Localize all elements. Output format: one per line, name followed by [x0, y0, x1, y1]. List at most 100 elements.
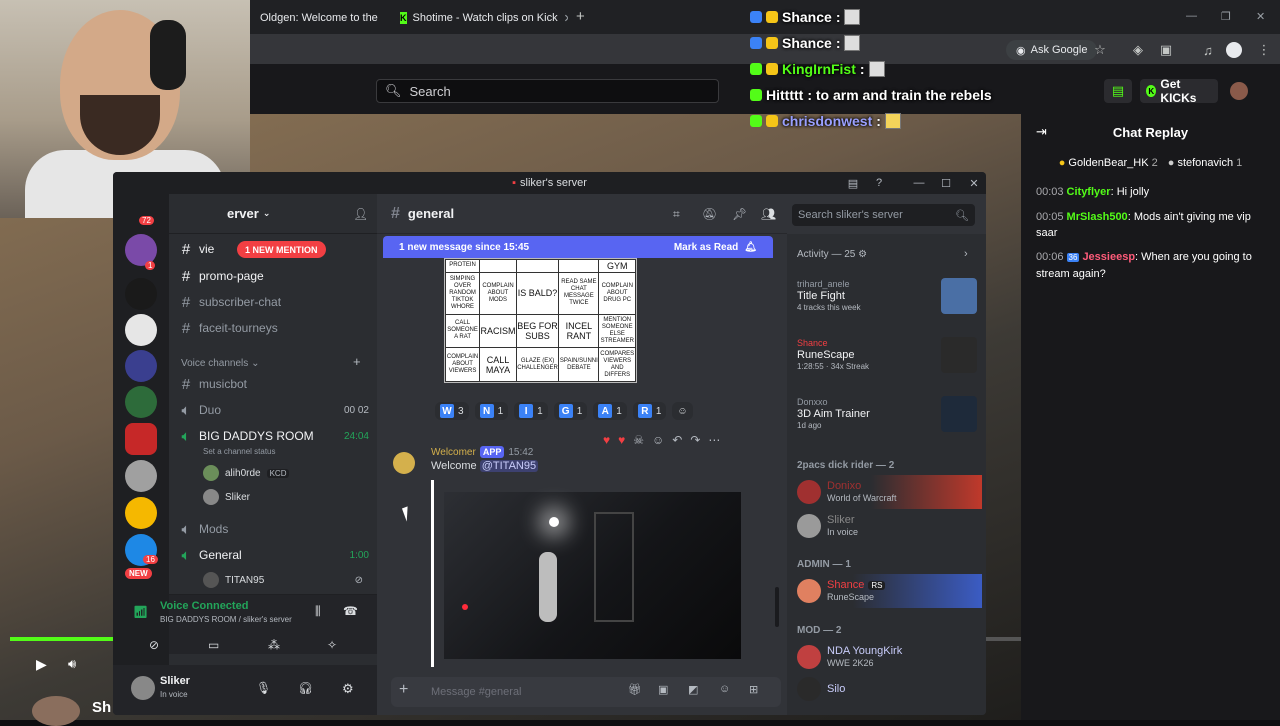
author-name[interactable]: Welcomer	[431, 447, 476, 458]
member-item[interactable]: SlikerIn voice	[797, 509, 982, 543]
voice-channels-header[interactable]: Voice channels ⌄	[181, 358, 259, 369]
close-icon[interactable]: ✕	[964, 175, 984, 191]
server-icon[interactable]	[125, 423, 157, 455]
skull-reaction-icon[interactable]: ☠	[633, 433, 644, 447]
media-icon[interactable]: ♫	[1198, 40, 1218, 60]
server-icon[interactable]	[125, 386, 157, 418]
chat-username[interactable]: Jessieesp	[1082, 251, 1135, 263]
reaction-g[interactable]: G1	[554, 402, 588, 420]
extension-icon[interactable]: ◈	[1128, 40, 1148, 60]
forward-icon[interactable]: ↷	[690, 433, 700, 447]
play-icon[interactable]: ▶	[36, 656, 47, 673]
soundboard-icon[interactable]: ✧	[327, 638, 337, 652]
add-member-icon[interactable]: 👤︎	[353, 207, 368, 221]
scrollbar[interactable]	[775, 587, 779, 627]
channel-item-promo-page[interactable]: #promo-page	[179, 265, 369, 287]
discord-search-input[interactable]: Search sliker's server 🔍︎	[792, 204, 975, 226]
kick-rewards-button[interactable]: ▤	[1104, 79, 1132, 103]
reaction-n[interactable]: N1	[475, 402, 509, 420]
mark-as-read-button[interactable]: Mark as Read	[674, 242, 738, 253]
pin-icon[interactable]: 📌︎	[732, 207, 747, 221]
avatar[interactable]	[131, 676, 155, 700]
voice-user[interactable]: TITAN95 ⊘	[203, 569, 363, 591]
welcomer-avatar[interactable]	[393, 452, 415, 474]
inbox-icon[interactable]: ▤	[843, 175, 863, 191]
kebab-menu-icon[interactable]: ⋮	[1254, 40, 1274, 60]
server-icon[interactable]	[125, 497, 157, 529]
puzzle-icon[interactable]: ▣	[1156, 40, 1176, 60]
channel-status[interactable]: Set a channel status	[203, 447, 276, 456]
apps-icon[interactable]: ⊞	[749, 683, 758, 696]
server-icon[interactable]	[125, 314, 157, 346]
close-window-icon[interactable]: ✕	[1256, 10, 1265, 23]
voice-location[interactable]: BIG DADDYS ROOM / sliker's server	[160, 615, 292, 624]
member-item[interactable]: DonixoWorld of Warcraft	[797, 475, 982, 509]
screen-share-icon[interactable]: ▭	[208, 638, 219, 652]
close-tab-icon[interactable]: ✕	[564, 12, 568, 25]
camera-off-icon[interactable]: ⊘	[149, 638, 159, 652]
gif-icon[interactable]: ▣	[658, 683, 668, 696]
channel-item-mods[interactable]: 🔈︎Mods	[179, 518, 369, 540]
signal-icon[interactable]: 📶︎	[133, 605, 148, 619]
channel-item-big-daddys-room[interactable]: 🔈︎BIG DADDYS ROOM24:04	[179, 425, 369, 447]
more-options-icon[interactable]: ⋯	[708, 433, 720, 447]
profile-avatar[interactable]	[1224, 40, 1244, 60]
activity-card[interactable]: trihard_aneleTitle Fight4 tracks this we…	[797, 278, 977, 330]
voice-user[interactable]: Sliker	[203, 486, 353, 508]
browser-tab-shotime[interactable]: K Shotime - Watch clips on Kick ✕	[392, 6, 568, 30]
notification-bell-icon[interactable]: 🔕︎	[702, 207, 717, 221]
emoji-icon[interactable]: ☺	[719, 683, 730, 695]
server-icon[interactable]	[125, 460, 157, 492]
gifter-item[interactable]: ● stefonavich 1	[1168, 157, 1243, 169]
bookmark-star-icon[interactable]: ☆	[1090, 40, 1110, 60]
member-item[interactable]: ShanceRSRuneScape	[797, 574, 982, 608]
add-reaction-button[interactable]: ☺	[672, 402, 692, 420]
reaction-a[interactable]: A1	[593, 402, 627, 420]
create-channel-icon[interactable]: +	[353, 354, 361, 369]
embed-video[interactable]	[444, 492, 741, 659]
channel-item-general-voice[interactable]: 🔈︎General1:00	[179, 544, 369, 566]
new-mention-pill[interactable]: 1 NEW MENTION	[237, 241, 326, 258]
headphones-icon[interactable]: 🎧︎	[298, 681, 313, 695]
bingo-card-image[interactable]: PROTEINGYMSIMPING OVER RANDOM TIKTOK WHO…	[444, 258, 637, 383]
reaction-w[interactable]: W3	[435, 402, 469, 420]
channel-item-faceit-tourneys[interactable]: #faceit-tourneys	[179, 317, 369, 339]
help-icon[interactable]: ?	[869, 175, 889, 191]
volume-icon[interactable]: 🔊︎	[68, 656, 76, 672]
voice-user[interactable]: alih0rde KCD	[203, 462, 353, 484]
attach-plus-icon[interactable]: +	[399, 681, 408, 699]
minimize-icon[interactable]: —	[1186, 10, 1197, 22]
server-icon[interactable]	[125, 350, 157, 382]
server-icon[interactable]	[125, 278, 157, 310]
chat-username[interactable]: MrSlash500	[1067, 211, 1128, 223]
member-item[interactable]: NDA YoungKirkWWE 2K26	[797, 640, 982, 674]
disconnect-icon[interactable]: ☎	[343, 604, 358, 618]
minimize-icon[interactable]: —	[909, 175, 929, 191]
activity-card[interactable]: Donxxo3D Aim Trainer1d ago	[797, 396, 977, 448]
user-avatar[interactable]	[1230, 82, 1248, 100]
channel-item-musicbot[interactable]: #musicbot	[179, 373, 369, 395]
new-messages-bar[interactable]: 1 new message since 15:45 Mark as Read 🔔…	[383, 236, 773, 258]
new-tab-icon[interactable]: +	[576, 8, 585, 25]
activity-header[interactable]: Activity — 25 ⚙	[797, 249, 867, 260]
kick-search-input[interactable]: 🔍︎ Search	[376, 79, 719, 103]
microphone-icon[interactable]: 🎙︎	[256, 681, 271, 695]
settings-gear-icon[interactable]: ⚙	[342, 681, 354, 697]
add-reaction-icon[interactable]: ☺	[652, 433, 664, 447]
sticker-icon[interactable]: ◩	[688, 683, 698, 696]
gifter-item[interactable]: ● GoldenBear_HK 2	[1059, 157, 1158, 169]
heart-reaction-icon[interactable]: ♥	[603, 433, 610, 447]
channel-name[interactable]: Sh	[92, 699, 111, 716]
member-item[interactable]: Silo	[797, 672, 982, 706]
reaction-i[interactable]: I1	[514, 402, 548, 420]
activity-card[interactable]: ShanceRuneScape1:28:55 · 34x Streak	[797, 337, 977, 389]
channel-avatar[interactable]	[32, 696, 80, 726]
chevron-right-icon[interactable]: ›	[964, 248, 968, 260]
get-kicks-button[interactable]: K Get KICKs	[1140, 79, 1218, 103]
reaction-r[interactable]: R1	[633, 402, 667, 420]
threads-icon[interactable]: ⌗	[673, 207, 680, 222]
user-mention[interactable]: @TITAN95	[480, 460, 538, 472]
maximize-icon[interactable]: ☐	[936, 175, 956, 191]
chat-username[interactable]: Cityflyer	[1067, 186, 1111, 198]
reply-icon[interactable]: ↶	[672, 433, 682, 447]
